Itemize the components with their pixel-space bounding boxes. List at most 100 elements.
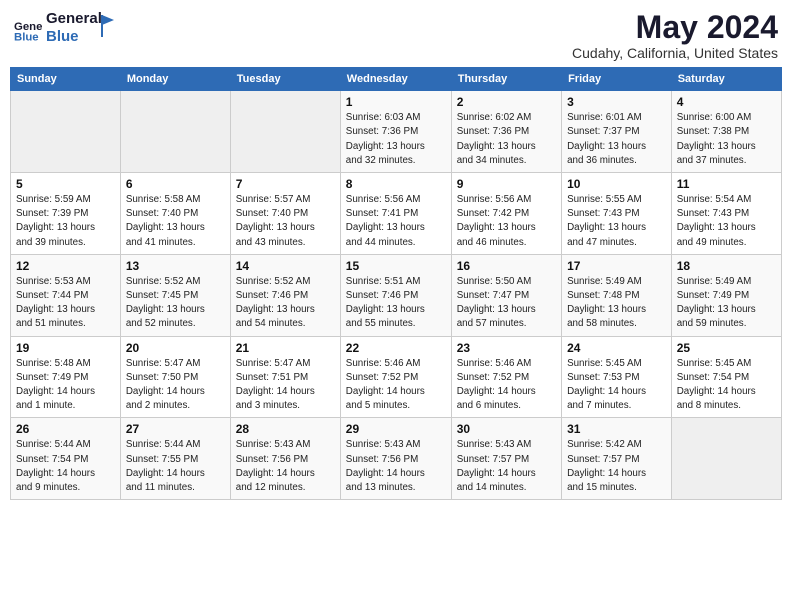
calendar-week-3: 12Sunrise: 5:53 AMSunset: 7:44 PMDayligh… xyxy=(11,254,782,336)
day-info: Sunrise: 6:03 AMSunset: 7:36 PMDaylight:… xyxy=(346,111,446,168)
day-number: 22 xyxy=(346,341,446,355)
logo-general: General xyxy=(46,10,102,28)
day-number: 24 xyxy=(567,341,666,355)
weekday-header-sunday: Sunday xyxy=(11,68,121,91)
day-info: Sunrise: 5:52 AMSunset: 7:45 PMDaylight:… xyxy=(126,275,225,332)
day-number: 8 xyxy=(346,177,446,191)
day-number: 19 xyxy=(16,341,115,355)
day-info: Sunrise: 5:50 AMSunset: 7:47 PMDaylight:… xyxy=(457,275,556,332)
day-info: Sunrise: 5:45 AMSunset: 7:53 PMDaylight:… xyxy=(567,357,666,414)
day-number: 31 xyxy=(567,422,666,436)
day-number: 26 xyxy=(16,422,115,436)
day-info: Sunrise: 5:44 AMSunset: 7:55 PMDaylight:… xyxy=(126,438,225,495)
calendar-cell: 13 Sunrise: 5:52 AMSunset: 7:45 PMDayligh… xyxy=(120,254,230,336)
calendar-cell: 20 Sunrise: 5:47 AMSunset: 7:50 PMDayligh… xyxy=(120,336,230,418)
day-number: 18 xyxy=(677,259,776,273)
day-info: Sunrise: 5:43 AMSunset: 7:56 PMDaylight:… xyxy=(346,438,446,495)
day-number: 20 xyxy=(126,341,225,355)
day-info: Sunrise: 6:00 AMSunset: 7:38 PMDaylight:… xyxy=(677,111,776,168)
day-number: 27 xyxy=(126,422,225,436)
calendar-cell xyxy=(230,91,340,173)
day-number: 9 xyxy=(457,177,556,191)
day-info: Sunrise: 5:57 AMSunset: 7:40 PMDaylight:… xyxy=(236,193,335,250)
calendar-week-4: 19 Sunrise: 5:48 AMSunset: 7:49 PMDayligh… xyxy=(11,336,782,418)
calendar-cell xyxy=(671,418,781,500)
day-number: 13 xyxy=(126,259,225,273)
calendar-cell: 1 Sunrise: 6:03 AMSunset: 7:36 PMDaylight… xyxy=(340,91,451,173)
day-number: 12 xyxy=(16,259,115,273)
day-info: Sunrise: 5:46 AMSunset: 7:52 PMDaylight:… xyxy=(346,357,446,414)
title-block: May 2024 Cudahy, California, United Stat… xyxy=(572,10,778,61)
day-info: Sunrise: 5:59 AMSunset: 7:39 PMDaylight:… xyxy=(16,193,115,250)
calendar-cell: 22 Sunrise: 5:46 AMSunset: 7:52 PMDayligh… xyxy=(340,336,451,418)
calendar-cell: 17 Sunrise: 5:49 AMSunset: 7:48 PMDayligh… xyxy=(562,254,672,336)
calendar-cell: 16 Sunrise: 5:50 AMSunset: 7:47 PMDayligh… xyxy=(451,254,561,336)
calendar-cell: 6Sunrise: 5:58 AMSunset: 7:40 PMDaylight… xyxy=(120,173,230,255)
day-number: 6 xyxy=(126,177,225,191)
day-number: 28 xyxy=(236,422,335,436)
day-info: Sunrise: 5:46 AMSunset: 7:52 PMDaylight:… xyxy=(457,357,556,414)
calendar-cell: 5Sunrise: 5:59 AMSunset: 7:39 PMDaylight… xyxy=(11,173,121,255)
calendar-cell: 12Sunrise: 5:53 AMSunset: 7:44 PMDayligh… xyxy=(11,254,121,336)
day-info: Sunrise: 5:49 AMSunset: 7:48 PMDaylight:… xyxy=(567,275,666,332)
day-info: Sunrise: 6:02 AMSunset: 7:36 PMDaylight:… xyxy=(457,111,556,168)
calendar-cell: 9 Sunrise: 5:56 AMSunset: 7:42 PMDaylight… xyxy=(451,173,561,255)
day-number: 30 xyxy=(457,422,556,436)
day-number: 11 xyxy=(677,177,776,191)
day-info: Sunrise: 5:55 AMSunset: 7:43 PMDaylight:… xyxy=(567,193,666,250)
calendar-cell: 29 Sunrise: 5:43 AMSunset: 7:56 PMDayligh… xyxy=(340,418,451,500)
day-number: 21 xyxy=(236,341,335,355)
day-number: 4 xyxy=(677,95,776,109)
calendar-cell: 27 Sunrise: 5:44 AMSunset: 7:55 PMDayligh… xyxy=(120,418,230,500)
calendar-cell: 21 Sunrise: 5:47 AMSunset: 7:51 PMDayligh… xyxy=(230,336,340,418)
calendar-cell: 7 Sunrise: 5:57 AMSunset: 7:40 PMDaylight… xyxy=(230,173,340,255)
day-info: Sunrise: 5:43 AMSunset: 7:56 PMDaylight:… xyxy=(236,438,335,495)
calendar-cell: 23 Sunrise: 5:46 AMSunset: 7:52 PMDayligh… xyxy=(451,336,561,418)
calendar-cell: 26 Sunrise: 5:44 AMSunset: 7:54 PMDayligh… xyxy=(11,418,121,500)
day-info: Sunrise: 5:51 AMSunset: 7:46 PMDaylight:… xyxy=(346,275,446,332)
svg-text:Blue: Blue xyxy=(14,31,39,42)
calendar-cell: 30 Sunrise: 5:43 AMSunset: 7:57 PMDayligh… xyxy=(451,418,561,500)
day-number: 7 xyxy=(236,177,335,191)
weekday-header-wednesday: Wednesday xyxy=(340,68,451,91)
day-number: 10 xyxy=(567,177,666,191)
calendar-cell: 31 Sunrise: 5:42 AMSunset: 7:57 PMDayligh… xyxy=(562,418,672,500)
calendar-week-5: 26 Sunrise: 5:44 AMSunset: 7:54 PMDayligh… xyxy=(11,418,782,500)
day-number: 15 xyxy=(346,259,446,273)
calendar-cell: 24 Sunrise: 5:45 AMSunset: 7:53 PMDayligh… xyxy=(562,336,672,418)
calendar-cell: 15 Sunrise: 5:51 AMSunset: 7:46 PMDayligh… xyxy=(340,254,451,336)
day-info: Sunrise: 5:47 AMSunset: 7:50 PMDaylight:… xyxy=(126,357,225,414)
day-number: 16 xyxy=(457,259,556,273)
page-header: General Blue General Blue May 2024 Cudah… xyxy=(10,10,782,61)
weekday-header-tuesday: Tuesday xyxy=(230,68,340,91)
day-info: Sunrise: 5:48 AMSunset: 7:49 PMDaylight:… xyxy=(16,357,115,414)
day-number: 23 xyxy=(457,341,556,355)
location-text: Cudahy, California, United States xyxy=(572,45,778,61)
weekday-header-monday: Monday xyxy=(120,68,230,91)
logo: General Blue General Blue xyxy=(14,10,116,46)
calendar-cell: 2Sunrise: 6:02 AMSunset: 7:36 PMDaylight… xyxy=(451,91,561,173)
day-info: Sunrise: 5:56 AMSunset: 7:41 PMDaylight:… xyxy=(346,193,446,250)
calendar-cell: 28 Sunrise: 5:43 AMSunset: 7:56 PMDayligh… xyxy=(230,418,340,500)
day-info: Sunrise: 5:44 AMSunset: 7:54 PMDaylight:… xyxy=(16,438,115,495)
day-info: Sunrise: 5:45 AMSunset: 7:54 PMDaylight:… xyxy=(677,357,776,414)
calendar-cell: 11Sunrise: 5:54 AMSunset: 7:43 PMDayligh… xyxy=(671,173,781,255)
day-number: 1 xyxy=(346,95,446,109)
weekday-header-friday: Friday xyxy=(562,68,672,91)
day-info: Sunrise: 5:47 AMSunset: 7:51 PMDaylight:… xyxy=(236,357,335,414)
calendar-cell: 8 Sunrise: 5:56 AMSunset: 7:41 PMDaylight… xyxy=(340,173,451,255)
day-number: 29 xyxy=(346,422,446,436)
calendar-cell: 10 Sunrise: 5:55 AMSunset: 7:43 PMDayligh… xyxy=(562,173,672,255)
calendar-cell: 4 Sunrise: 6:00 AMSunset: 7:38 PMDaylight… xyxy=(671,91,781,173)
day-info: Sunrise: 5:43 AMSunset: 7:57 PMDaylight:… xyxy=(457,438,556,495)
calendar-week-2: 5Sunrise: 5:59 AMSunset: 7:39 PMDaylight… xyxy=(11,173,782,255)
day-number: 17 xyxy=(567,259,666,273)
day-number: 14 xyxy=(236,259,335,273)
calendar-cell: 14Sunrise: 5:52 AMSunset: 7:46 PMDayligh… xyxy=(230,254,340,336)
calendar-cell xyxy=(120,91,230,173)
day-info: Sunrise: 5:56 AMSunset: 7:42 PMDaylight:… xyxy=(457,193,556,250)
month-title: May 2024 xyxy=(572,10,778,45)
logo-blue: Blue xyxy=(46,28,102,46)
day-info: Sunrise: 5:42 AMSunset: 7:57 PMDaylight:… xyxy=(567,438,666,495)
weekday-header-thursday: Thursday xyxy=(451,68,561,91)
